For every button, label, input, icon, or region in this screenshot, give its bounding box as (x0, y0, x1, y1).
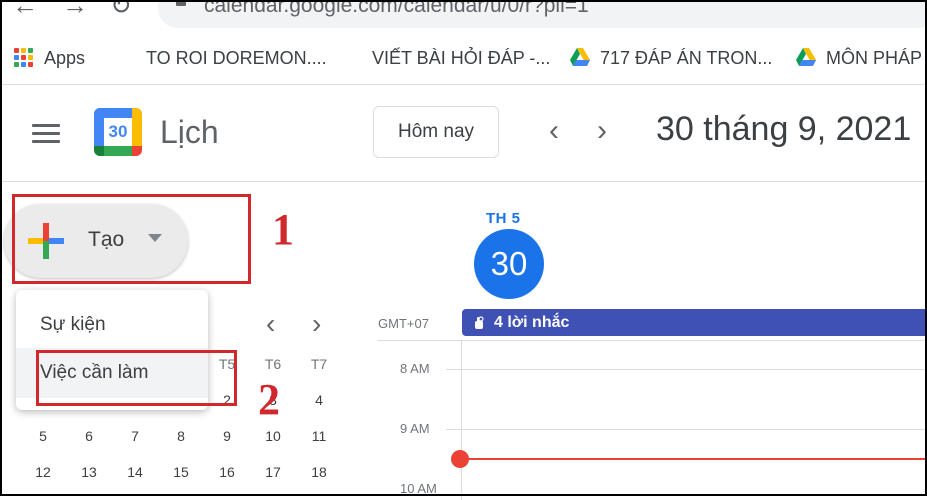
grid-line (461, 340, 462, 500)
mini-day[interactable]: 15 (166, 464, 196, 480)
mini-day[interactable]: 16 (212, 464, 242, 480)
mini-day[interactable]: 18 (304, 464, 334, 480)
hour-grid-line (446, 369, 927, 370)
current-day-number[interactable]: 30 (474, 229, 544, 299)
mini-day[interactable]: 11 (304, 428, 334, 444)
google-drive-icon (796, 48, 816, 68)
mini-day[interactable]: 12 (28, 464, 58, 480)
bookmark-label: 717 ĐÁP ÁN TRON... (600, 47, 773, 68)
bookmark-item[interactable]: 717 ĐÁP ÁN TRON... (570, 46, 772, 70)
annotation-number: 1 (272, 205, 294, 254)
annotation-box-task (36, 350, 237, 406)
chevron-right-icon[interactable]: › (588, 116, 616, 148)
mini-day[interactable]: 9 (212, 428, 242, 444)
app-title: Lịch (160, 114, 219, 150)
mini-prev-icon[interactable]: ‹ (266, 308, 275, 340)
current-time-line (460, 458, 927, 460)
annotation-box-create (12, 194, 251, 284)
divider (0, 181, 927, 182)
reminder-label: 4 lời nhắc (494, 313, 570, 331)
google-sheets-icon (342, 48, 362, 68)
bookmark-item[interactable]: TO ROI DOREMON.... (116, 46, 327, 70)
mini-day[interactable]: 17 (258, 464, 288, 480)
annotation-number: 2 (258, 375, 280, 424)
mini-day[interactable]: 7 (120, 428, 150, 444)
bookmark-label: VIẾT BÀI HỎI ĐÁP -... (372, 47, 551, 68)
hour-label: 10 AM (400, 481, 437, 496)
mini-day[interactable]: 5 (28, 428, 58, 444)
hour-label: 8 AM (400, 361, 430, 376)
globe-icon (116, 48, 136, 68)
mini-day[interactable]: 10 (258, 428, 288, 444)
day-of-week: TH 5 (486, 210, 521, 227)
timezone-label: GMT+07 (378, 316, 429, 331)
calendar-logo[interactable]: 30 (94, 108, 142, 156)
google-drive-icon (570, 48, 590, 68)
reminders-chip[interactable]: 4 lời nhắc (462, 309, 927, 336)
bookmark-apps[interactable]: Apps (14, 46, 85, 70)
weekday-header: T6 (264, 356, 282, 372)
url-text[interactable]: calendar.google.com/calendar/u/0/r?pli=1 (204, 0, 589, 18)
bookmark-label: MÔN PHÁP (826, 47, 923, 68)
browser-toolbar: ← → ↻ calendar.google.com/calendar/u/0/r… (0, 0, 927, 32)
today-button[interactable]: Hôm nay (373, 106, 499, 158)
forward-arrow-icon[interactable]: → (62, 0, 88, 18)
mini-day[interactable]: 14 (120, 464, 150, 480)
apps-grid-icon (14, 48, 34, 68)
lock-icon (176, 0, 186, 6)
current-date-title: 30 tháng 9, 2021 (656, 110, 912, 148)
hour-grid-line (446, 429, 927, 430)
hour-label: 9 AM (400, 421, 430, 436)
divider (0, 84, 927, 85)
bookmarks-bar: Apps TO ROI DOREMON.... VIẾT BÀI HỎI ĐÁP… (0, 36, 927, 80)
bookmark-item[interactable]: MÔN PHÁP (796, 46, 922, 70)
reminder-hand-icon (475, 315, 484, 329)
reload-icon[interactable]: ↻ (110, 0, 132, 18)
logo-number: 30 (104, 118, 132, 146)
main-menu-icon[interactable] (32, 124, 60, 144)
back-arrow-icon[interactable]: ← (12, 0, 38, 18)
mini-day[interactable]: 8 (166, 428, 196, 444)
bookmark-item[interactable]: VIẾT BÀI HỎI ĐÁP -... (342, 46, 550, 70)
menu-item-event[interactable]: Sự kiện (16, 300, 208, 350)
mini-day[interactable]: 4 (304, 392, 334, 408)
chevron-left-icon[interactable]: ‹ (540, 116, 568, 148)
weekday-header: T7 (310, 356, 328, 372)
mini-day[interactable]: 6 (74, 428, 104, 444)
bookmark-label: Apps (44, 47, 86, 68)
mini-day[interactable]: 13 (74, 464, 104, 480)
mini-next-icon[interactable]: › (312, 308, 321, 340)
bookmark-label: TO ROI DOREMON.... (146, 47, 327, 68)
current-time-dot (451, 450, 469, 468)
